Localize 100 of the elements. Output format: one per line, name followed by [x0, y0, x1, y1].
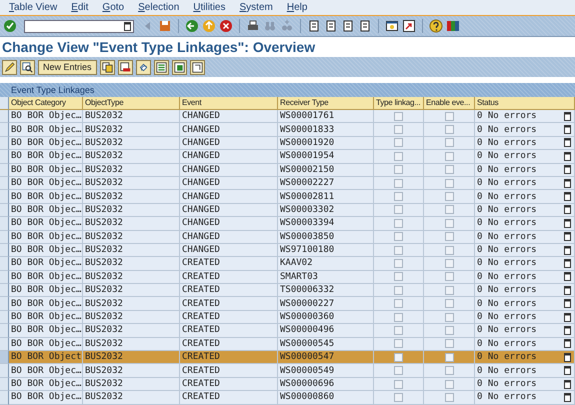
checkbox[interactable]	[444, 138, 454, 148]
undo-button[interactable]	[136, 60, 151, 74]
checkbox[interactable]	[444, 392, 454, 402]
menu-item[interactable]: Help	[286, 2, 308, 13]
value-help-icon[interactable]	[564, 246, 571, 255]
checkbox[interactable]	[444, 205, 454, 214]
checkbox[interactable]	[444, 286, 454, 295]
value-help-icon[interactable]	[564, 205, 571, 214]
checkbox[interactable]	[444, 246, 454, 255]
checkbox[interactable]	[444, 366, 454, 376]
value-help-icon[interactable]	[564, 192, 571, 202]
value-help-icon[interactable]	[564, 125, 571, 134]
row-selector[interactable]	[0, 338, 9, 352]
checkbox[interactable]	[444, 125, 454, 134]
checkbox[interactable]	[394, 326, 403, 335]
menu-item[interactable]: Goto	[102, 2, 124, 13]
row-selector[interactable]	[0, 270, 9, 284]
checkbox[interactable]	[444, 192, 454, 202]
display-button[interactable]	[20, 60, 35, 74]
row-selector[interactable]	[0, 190, 9, 204]
checkmark-icon[interactable]	[3, 19, 17, 33]
column-header[interactable]: Receiver Type	[278, 97, 374, 110]
new-window-icon[interactable]	[385, 19, 399, 33]
value-help-icon[interactable]	[564, 312, 571, 322]
row-selector[interactable]	[0, 364, 9, 378]
checkbox[interactable]	[444, 178, 454, 188]
checkbox[interactable]	[394, 339, 403, 348]
checkbox[interactable]	[394, 178, 403, 188]
cancel-icon[interactable]	[219, 19, 233, 33]
checkbox[interactable]	[444, 218, 454, 228]
value-help-icon[interactable]	[564, 299, 571, 308]
row-selector[interactable]	[0, 217, 9, 231]
checkbox[interactable]	[444, 165, 454, 174]
select-all-button[interactable]	[154, 60, 169, 74]
checkbox[interactable]	[394, 232, 403, 242]
row-selector[interactable]	[0, 324, 9, 338]
row-selector[interactable]	[0, 257, 9, 271]
checkbox[interactable]	[444, 339, 454, 348]
delete-button[interactable]	[118, 60, 133, 74]
row-selector[interactable]	[0, 351, 9, 364]
menu-item[interactable]: System	[240, 2, 273, 13]
checkbox[interactable]	[394, 125, 403, 134]
edit-button[interactable]	[2, 60, 17, 74]
column-header[interactable]: Status	[475, 97, 575, 110]
shortcut-icon[interactable]	[402, 19, 416, 33]
row-selector[interactable]	[0, 176, 9, 190]
menu-item[interactable]: Utilities	[193, 2, 226, 13]
row-selector[interactable]	[0, 123, 9, 137]
copy-button[interactable]	[100, 60, 115, 74]
row-selector[interactable]	[0, 204, 9, 218]
checkbox[interactable]	[444, 352, 454, 362]
binoculars-plus-icon[interactable]	[280, 19, 294, 33]
value-help-icon[interactable]	[564, 152, 571, 161]
deselect-all-button[interactable]	[190, 60, 205, 74]
row-selector[interactable]	[0, 297, 9, 311]
row-selector[interactable]	[0, 310, 9, 324]
select-all-corner[interactable]	[0, 97, 9, 110]
dropdown-icon[interactable]	[124, 22, 131, 30]
value-help-icon[interactable]	[564, 272, 571, 282]
value-help-icon[interactable]	[564, 232, 571, 242]
column-header[interactable]: Object Category	[9, 97, 83, 110]
checkbox[interactable]	[394, 352, 403, 362]
value-help-icon[interactable]	[564, 352, 571, 362]
help-icon[interactable]	[429, 19, 443, 33]
select-block-button[interactable]	[172, 60, 187, 74]
value-help-icon[interactable]	[564, 218, 571, 228]
checkbox[interactable]	[444, 326, 454, 335]
checkbox[interactable]	[394, 392, 403, 402]
row-selector[interactable]	[0, 136, 9, 150]
column-header[interactable]: ObjectType	[83, 97, 180, 110]
row-selector[interactable]	[0, 110, 9, 124]
checkbox[interactable]	[394, 380, 403, 388]
row-selector[interactable]	[0, 378, 9, 392]
checkbox[interactable]	[444, 112, 454, 121]
checkbox[interactable]	[394, 246, 403, 255]
value-help-icon[interactable]	[564, 178, 571, 188]
checkbox[interactable]	[394, 152, 403, 161]
checkbox[interactable]	[394, 286, 403, 295]
column-header[interactable]: Type linkag...	[374, 97, 424, 110]
first-page-icon[interactable]	[307, 19, 321, 33]
row-selector[interactable]	[0, 164, 9, 177]
checkbox[interactable]	[394, 205, 403, 214]
next-page-icon[interactable]	[341, 19, 355, 33]
save-icon[interactable]	[158, 19, 172, 33]
checkbox[interactable]	[394, 165, 403, 174]
value-help-icon[interactable]	[564, 165, 571, 174]
checkbox[interactable]	[394, 272, 403, 282]
print-icon[interactable]	[246, 19, 260, 33]
value-help-icon[interactable]	[564, 138, 571, 148]
checkbox[interactable]	[444, 380, 454, 388]
value-help-icon[interactable]	[564, 380, 571, 388]
menu-item[interactable]: Edit	[71, 2, 88, 13]
value-help-icon[interactable]	[564, 339, 571, 348]
checkbox[interactable]	[444, 258, 454, 268]
value-help-icon[interactable]	[564, 258, 571, 268]
row-selector[interactable]	[0, 150, 9, 164]
menu-item[interactable]: Table View	[9, 2, 58, 13]
checkbox[interactable]	[394, 258, 403, 268]
previous-page-icon[interactable]	[324, 19, 338, 33]
checkbox[interactable]	[444, 272, 454, 282]
